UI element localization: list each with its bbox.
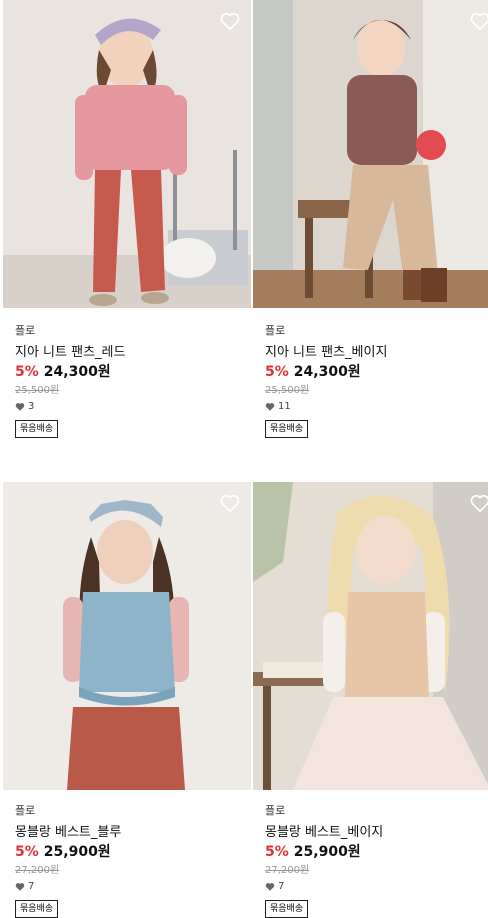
bundle-shipping-badge: 묶음배송: [15, 900, 59, 918]
product-name[interactable]: 지아 니트 팬츠_레드: [15, 341, 125, 360]
discount-rate: 5%: [15, 844, 39, 860]
sale-price: 24,300원: [43, 364, 111, 380]
original-price: 25,500원: [15, 385, 60, 396]
discount-rate: 5%: [15, 364, 39, 380]
price-row: 5% 25,900원: [265, 841, 361, 861]
sale-price: 25,900원: [293, 844, 361, 860]
product-name[interactable]: 몽블랑 베스트_블루: [15, 821, 121, 840]
heart-icon: [265, 882, 275, 891]
original-price: 25,500원: [265, 385, 310, 396]
wishlist-heart-icon[interactable]: [469, 10, 488, 32]
like-count: 7: [265, 881, 284, 892]
product-brand: 플로: [265, 804, 286, 817]
heart-icon: [15, 882, 25, 891]
original-price: 27,200원: [15, 865, 60, 876]
heart-icon: [265, 402, 275, 411]
like-count-value: 7: [278, 881, 285, 892]
like-count-value: 11: [278, 401, 291, 412]
product-brand: 플로: [15, 804, 36, 817]
sale-price: 25,900원: [43, 844, 111, 860]
product-name[interactable]: 지아 니트 팬츠_베이지: [265, 341, 387, 360]
product-image[interactable]: [253, 0, 488, 308]
product-image[interactable]: [3, 0, 251, 308]
like-count: 11: [265, 401, 291, 412]
original-price: 27,200원: [265, 865, 310, 876]
like-count-value: 7: [28, 881, 35, 892]
wishlist-heart-icon[interactable]: [469, 492, 488, 514]
bundle-shipping-badge: 묶음배송: [265, 420, 309, 438]
discount-rate: 5%: [265, 364, 289, 380]
product-name[interactable]: 몽블랑 베스트_베이지: [265, 821, 383, 840]
product-brand: 플로: [265, 324, 286, 337]
wishlist-heart-icon[interactable]: [219, 492, 241, 514]
like-count: 3: [15, 401, 34, 412]
bundle-shipping-badge: 묶음배송: [265, 900, 309, 918]
price-row: 5% 24,300원: [265, 361, 361, 381]
like-count: 7: [15, 881, 34, 892]
price-row: 5% 25,900원: [15, 841, 111, 861]
sale-price: 24,300원: [293, 364, 361, 380]
product-image[interactable]: [253, 482, 488, 790]
price-row: 5% 24,300원: [15, 361, 111, 381]
like-count-value: 3: [28, 401, 35, 412]
bundle-shipping-badge: 묶음배송: [15, 420, 59, 438]
product-brand: 플로: [15, 324, 36, 337]
product-image[interactable]: [3, 482, 251, 790]
heart-icon: [15, 402, 25, 411]
discount-rate: 5%: [265, 844, 289, 860]
wishlist-heart-icon[interactable]: [219, 10, 241, 32]
